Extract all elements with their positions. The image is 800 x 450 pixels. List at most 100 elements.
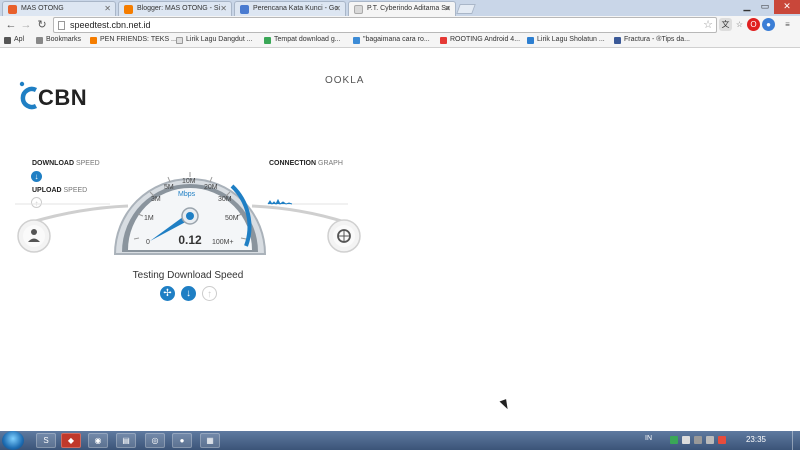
facebook-icon (614, 37, 621, 44)
scale-label-7: 50M (225, 215, 239, 222)
tray-network-icon[interactable] (694, 436, 702, 444)
ping-icon[interactable]: ✢ (160, 286, 175, 301)
lyrics-site-icon (527, 37, 534, 44)
url-text[interactable]: speedtest.cbn.net.id (70, 20, 151, 30)
scale-label-5: 20M (204, 184, 218, 191)
bookmark-label: Lirik Lagu Dangdut ... (186, 36, 253, 43)
tab-1[interactable]: MAS OTONG ✕ (2, 1, 116, 16)
bookmark-apps[interactable]: Apl (4, 36, 25, 44)
tray-app-icon[interactable] (718, 436, 726, 444)
tab-title: MAS OTONG (21, 5, 64, 12)
bookmark-label: Tempat download g... (274, 36, 341, 43)
unit-label: Mbps (178, 191, 196, 198)
close-icon[interactable]: ✕ (334, 4, 341, 13)
blogger-favicon-icon (124, 5, 133, 14)
clock[interactable]: 23:35 (746, 435, 766, 444)
speed-reading: 0.12 (178, 233, 202, 247)
speedtest-page: CBN OOKLA DOWNLOAD SPEED ↓ UPLOAD SPEED … (0, 48, 800, 431)
minimize-icon[interactable]: ▁ (738, 0, 756, 14)
search-site-icon (353, 37, 360, 44)
tray-flag-icon[interactable] (682, 436, 690, 444)
bookmark-item[interactable]: ROOTING Android 4... (440, 36, 520, 44)
page-favicon-icon (354, 5, 363, 14)
close-icon[interactable]: ✕ (220, 4, 227, 13)
bookmark-label: Fractura - ®Tips da... (624, 36, 690, 43)
bookmark-item[interactable]: Tempat download g... (264, 36, 341, 44)
scale-label-3: 5M (164, 184, 174, 191)
bookmark-label: Apl (14, 36, 25, 43)
download-button-icon[interactable]: ↓ (181, 286, 196, 301)
download-site-icon (264, 37, 271, 44)
ookla-logo: OOKLA (325, 75, 365, 86)
document-icon[interactable]: ▦ (200, 433, 220, 448)
scale-label-8: 100M+ (212, 239, 234, 246)
close-icon[interactable]: ✕ (444, 4, 451, 13)
bookmark-label: Bookmarks (46, 36, 82, 43)
page-icon (58, 21, 65, 30)
start-button[interactable] (2, 431, 24, 450)
tab-3[interactable]: Perencana Kata Kunci - Go ✕ (234, 1, 346, 16)
extension-icon[interactable]: ● (762, 18, 775, 31)
new-tab-button[interactable] (456, 4, 476, 14)
media-icon[interactable]: ◉ (88, 433, 108, 448)
firefox-icon[interactable]: ● (172, 433, 192, 448)
bookmark-folder[interactable]: Bookmarks (36, 36, 82, 44)
scale-label-6: 30M (218, 196, 232, 203)
rooting-site-icon (440, 37, 447, 44)
close-icon[interactable]: ✕ (104, 4, 111, 13)
tray-volume-icon[interactable] (706, 436, 714, 444)
browser-toolbar: ← → ↻ speedtest.cbn.net.id ☆ 文 ☆ O ● ≡ (0, 16, 800, 35)
back-arrow-icon[interactable]: ← (4, 18, 18, 32)
windows-taskbar: S ◆ ◉ ▤ ◎ ● ▦ IN 23:35 (0, 431, 800, 450)
bookmark-star-icon[interactable]: ☆ (703, 18, 713, 31)
pinned-app-icon[interactable]: S (36, 433, 56, 448)
brand-name: CBN (38, 85, 88, 110)
bookmark-item[interactable]: Lirik Lagu Dangdut ... (176, 36, 253, 44)
chrome-icon[interactable]: ◎ (145, 433, 165, 448)
test-status: Testing Download Speed (132, 270, 244, 281)
bookmark-label: Lirik Lagu Sholatun ... (537, 36, 605, 43)
translate-icon[interactable]: 文 (719, 18, 732, 31)
bookmark-item[interactable]: Fractura - ®Tips da... (614, 36, 690, 44)
star-extension-icon[interactable]: ☆ (733, 18, 746, 31)
bookmarks-bar: Apl Bookmarks PEN FRIENDS: TEKS ... Liri… (0, 35, 800, 48)
blogger-icon (90, 37, 97, 44)
page-icon (176, 37, 183, 44)
bookmark-item[interactable]: PEN FRIENDS: TEKS ... (90, 36, 177, 44)
mouse-cursor-icon (499, 399, 510, 411)
tab-4-active[interactable]: P.T. Cyberindo Aditama Sa ✕ (348, 1, 456, 17)
scale-label-0: 0 (146, 239, 150, 246)
bookmark-label: "bagaimana cara ro... (363, 36, 430, 43)
opera-extension-icon[interactable]: O (747, 18, 760, 31)
tab-2[interactable]: Blogger: MAS OTONG - Si ✕ (118, 1, 232, 16)
window-controls: ▁ ▭ ✕ (738, 0, 800, 14)
scale-label-4: 10M (182, 178, 196, 185)
language-indicator[interactable]: IN (645, 435, 652, 442)
bookmark-item[interactable]: Lirik Lagu Sholatun ... (527, 36, 605, 44)
scale-label-2: 3M (151, 196, 161, 203)
bookmark-item[interactable]: "bagaimana cara ro... (353, 36, 430, 44)
reload-icon[interactable]: ↻ (35, 18, 49, 32)
apps-icon (4, 37, 11, 44)
tab-title: Blogger: MAS OTONG - Si (137, 5, 221, 12)
taskbar-background-strip (220, 433, 520, 448)
star-icon (36, 37, 43, 44)
antivirus-icon[interactable]: ◆ (61, 433, 81, 448)
tab-title: Perencana Kata Kunci - Go (253, 5, 339, 12)
menu-icon[interactable]: ≡ (781, 18, 794, 31)
tab-strip: MAS OTONG ✕ Blogger: MAS OTONG - Si ✕ Pe… (0, 0, 800, 17)
bookmark-label: PEN FRIENDS: TEKS ... (100, 36, 177, 43)
explorer-icon[interactable]: ▤ (116, 433, 136, 448)
system-tray: IN 23:35 (640, 431, 800, 450)
scale-label-1: 1M (144, 215, 154, 222)
forward-arrow-icon[interactable]: → (19, 18, 33, 32)
show-desktop-button[interactable] (792, 431, 800, 450)
tray-shield-icon[interactable] (670, 436, 678, 444)
address-bar[interactable]: speedtest.cbn.net.id ☆ (53, 17, 717, 33)
upload-button-icon[interactable]: ↑ (202, 286, 217, 301)
window-close-icon[interactable]: ✕ (774, 0, 800, 14)
speed-gauge: 0 1M 3M 5M 10M 20M 30M 50M 100M+ Mbps 0.… (15, 172, 361, 255)
maximize-icon[interactable]: ▭ (756, 0, 774, 14)
tab-title: P.T. Cyberindo Aditama Sa (367, 5, 450, 12)
blogger-favicon-icon (8, 5, 17, 14)
